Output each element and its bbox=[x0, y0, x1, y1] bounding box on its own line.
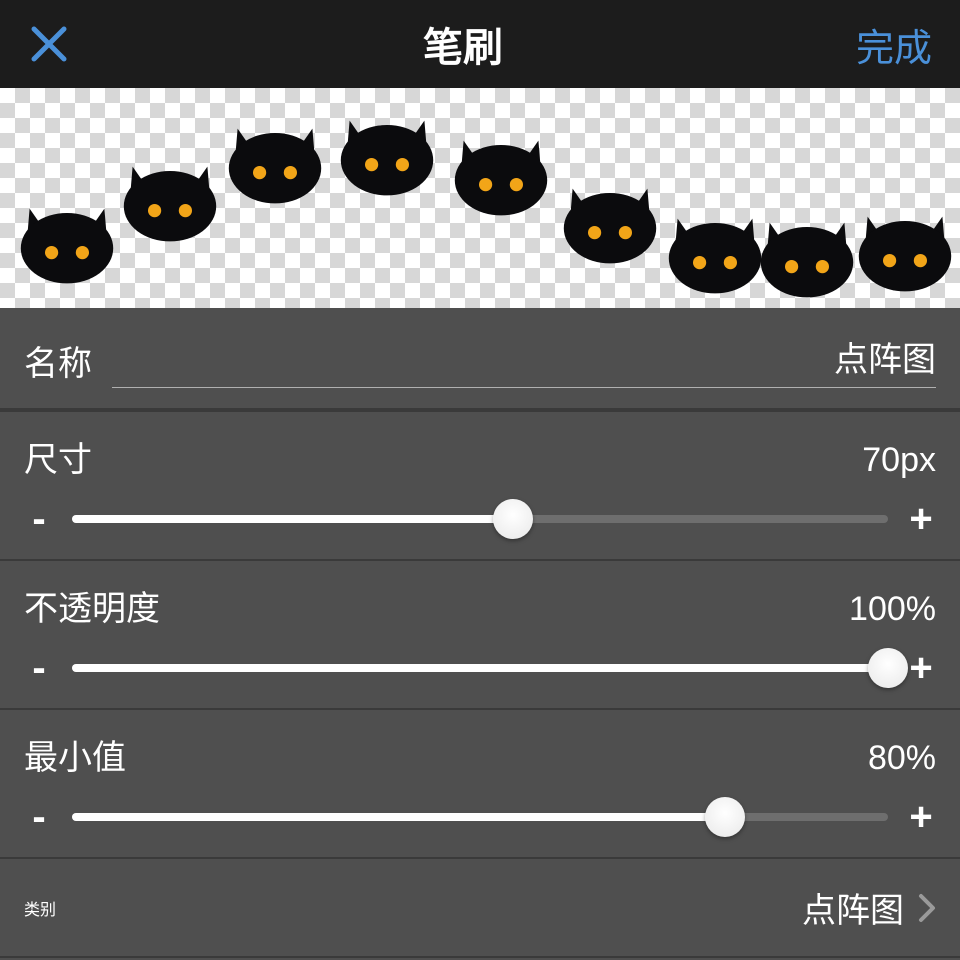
category-label: 类别 bbox=[24, 896, 56, 920]
opacity-slider[interactable] bbox=[72, 646, 888, 690]
opacity-decrement-button[interactable]: - bbox=[24, 648, 54, 688]
category-row[interactable]: 类别 点阵图 bbox=[0, 859, 960, 958]
size-row: 尺寸 70px - + bbox=[0, 410, 960, 561]
name-label: 名称 bbox=[24, 336, 92, 385]
page-title: 笔刷 bbox=[423, 15, 503, 73]
settings-section: 名称 点阵图 尺寸 70px - + 不透明度 100% - bbox=[0, 308, 960, 958]
close-icon[interactable] bbox=[28, 23, 70, 65]
min-value: 80% bbox=[868, 739, 936, 778]
size-increment-button[interactable]: + bbox=[906, 499, 936, 539]
opacity-value: 100% bbox=[849, 590, 936, 629]
size-value: 70px bbox=[862, 441, 936, 480]
min-decrement-button[interactable]: - bbox=[24, 797, 54, 837]
name-field[interactable]: 点阵图 bbox=[112, 332, 936, 388]
min-increment-button[interactable]: + bbox=[906, 797, 936, 837]
opacity-label: 不透明度 bbox=[24, 581, 160, 630]
size-decrement-button[interactable]: - bbox=[24, 499, 54, 539]
done-button[interactable]: 完成 bbox=[856, 17, 932, 72]
opacity-increment-button[interactable]: + bbox=[906, 648, 936, 688]
brush-stamp-icon bbox=[446, 112, 556, 222]
brush-stamp-icon bbox=[12, 180, 122, 290]
brush-stamp-icon bbox=[115, 138, 225, 248]
name-row: 名称 点阵图 bbox=[0, 308, 960, 410]
min-row: 最小值 80% - + bbox=[0, 710, 960, 859]
name-value: 点阵图 bbox=[834, 332, 936, 381]
chevron-right-icon bbox=[918, 893, 936, 923]
brush-stamp-icon bbox=[332, 92, 442, 202]
opacity-row: 不透明度 100% - + bbox=[0, 561, 960, 710]
size-slider[interactable] bbox=[72, 497, 888, 541]
min-label: 最小值 bbox=[24, 730, 126, 779]
min-slider[interactable] bbox=[72, 795, 888, 839]
brush-stamp-icon bbox=[555, 160, 665, 270]
brush-stamp-icon bbox=[220, 100, 330, 210]
size-label: 尺寸 bbox=[24, 432, 92, 481]
brush-preview bbox=[0, 88, 960, 308]
category-value: 点阵图 bbox=[802, 883, 904, 932]
header: 笔刷 完成 bbox=[0, 0, 960, 88]
brush-stamp-icon bbox=[752, 194, 862, 304]
brush-stamp-icon bbox=[850, 188, 960, 298]
